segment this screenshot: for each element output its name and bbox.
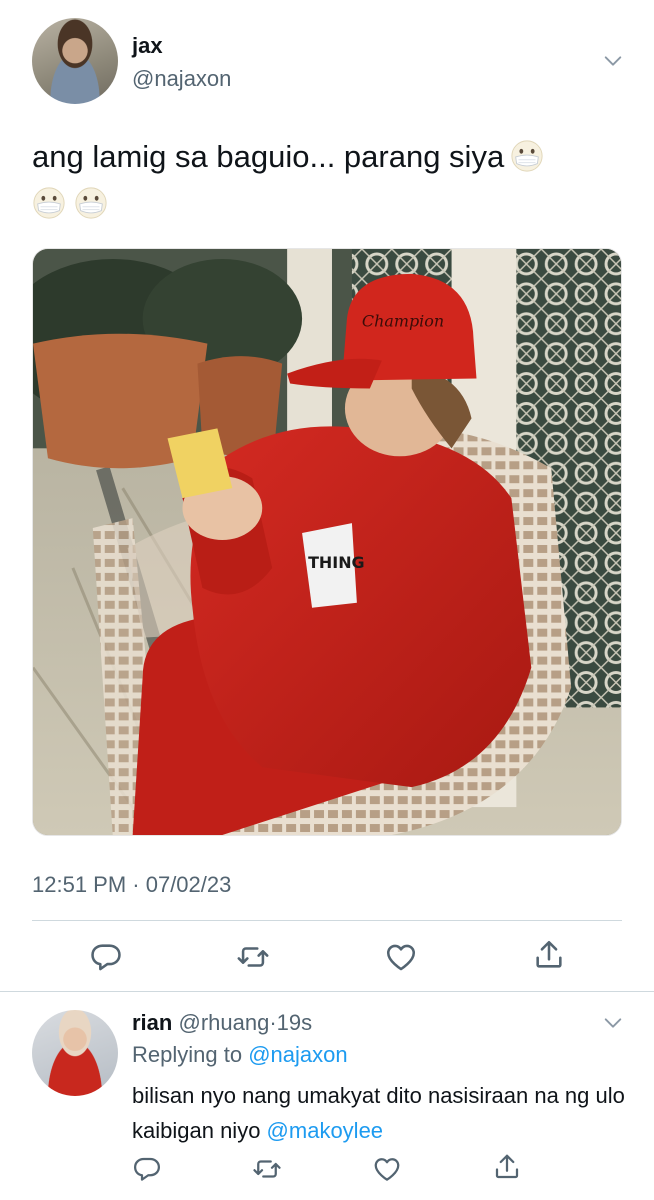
avatar[interactable]	[32, 1010, 118, 1096]
share-icon[interactable]	[532, 938, 566, 972]
svg-text:THING: THING	[308, 553, 365, 572]
chevron-down-icon[interactable]	[602, 50, 624, 72]
emoji-row	[32, 186, 116, 220]
avatar[interactable]	[32, 18, 118, 104]
tweet-text-content: ang lamig sa baguio... parang siya	[32, 139, 505, 174]
timestamp: 12:51 PM · 07/02/23	[32, 872, 232, 897]
reply-actions	[0, 1152, 654, 1192]
share-icon[interactable]	[492, 1152, 522, 1182]
handle[interactable]: @rhuang	[178, 1010, 269, 1035]
photo-illustration: THING Champion	[33, 249, 621, 835]
mention-link[interactable]: @makoylee	[267, 1118, 384, 1143]
reply-icon[interactable]	[89, 940, 123, 974]
mask-face-icon	[74, 186, 108, 220]
chevron-down-icon[interactable]	[602, 1012, 624, 1034]
reply-text: bilisan nyo nang umakyat dito nasisiraan…	[132, 1078, 632, 1148]
retweet-icon[interactable]	[252, 1154, 282, 1184]
replying-to: Replying to @najaxon	[132, 1042, 348, 1068]
display-name[interactable]: rian	[132, 1010, 172, 1035]
tweet-text: ang lamig sa baguio... parang siya	[32, 135, 612, 179]
mask-face-icon	[32, 186, 66, 220]
handle[interactable]: @najaxon	[132, 66, 231, 92]
reply-header: rian @rhuang·19s	[132, 1010, 312, 1036]
tweet-photo[interactable]: THING Champion	[32, 248, 622, 836]
time-ago: 19s	[276, 1010, 313, 1035]
display-name[interactable]: jax	[132, 33, 163, 59]
retweet-icon[interactable]	[236, 940, 270, 974]
main-tweet: jax @najaxon ang lamig sa baguio... para…	[0, 0, 654, 992]
reply-icon[interactable]	[132, 1154, 162, 1184]
tweet-actions	[0, 936, 654, 980]
divider	[32, 920, 622, 921]
meta-separator: ·	[269, 1010, 277, 1035]
mention-link[interactable]: @najaxon	[248, 1042, 347, 1067]
like-icon[interactable]	[372, 1154, 402, 1184]
reply-tweet[interactable]: rian @rhuang·19s Replying to @najaxon bi…	[0, 992, 654, 1200]
like-icon[interactable]	[384, 940, 418, 974]
mask-face-icon	[510, 139, 544, 173]
svg-text:Champion: Champion	[362, 312, 444, 331]
replying-prefix: Replying to	[132, 1042, 249, 1067]
